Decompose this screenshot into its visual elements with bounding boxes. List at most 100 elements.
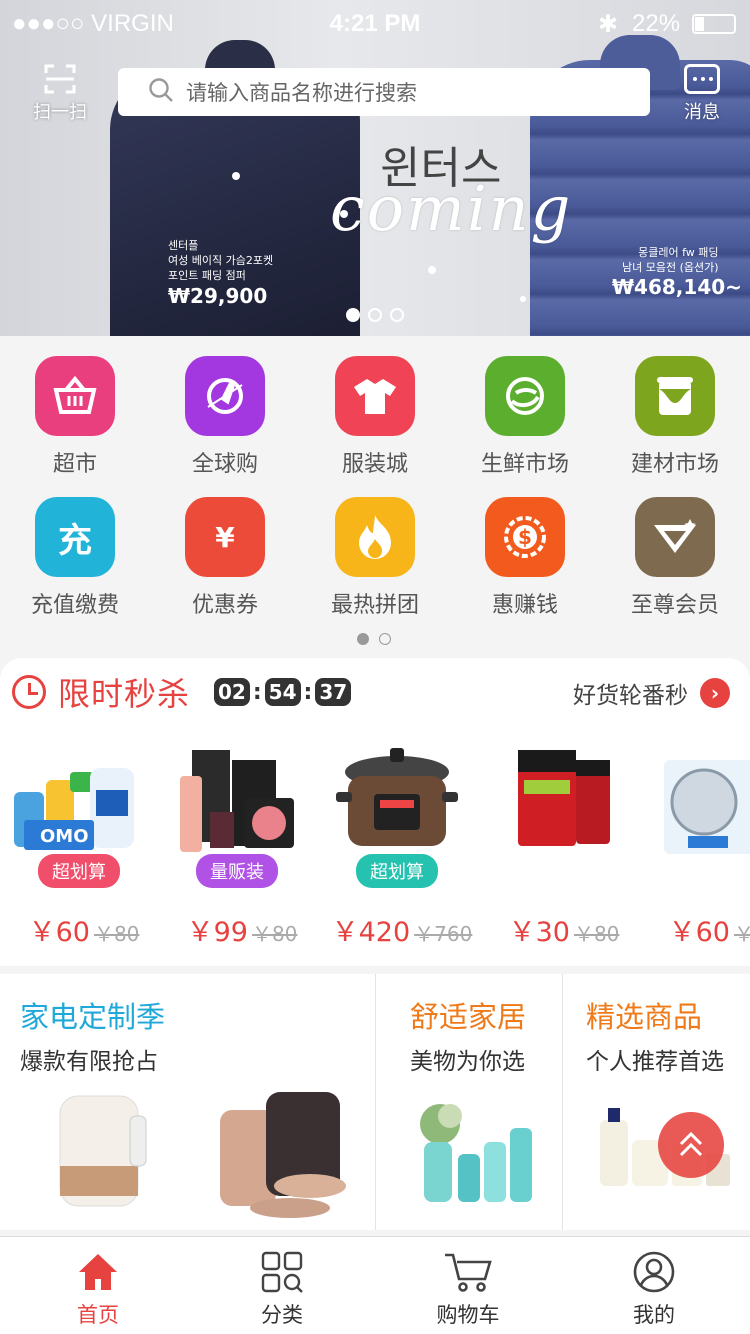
status-bar: ●●●○○ VIRGIN 4:21 PM ✱ 22% [0,0,750,50]
promo-home[interactable]: 舒适家居 美物为你选 [410,974,560,1230]
product-image-sphero [644,742,750,862]
promo-image-appliance [59,1092,346,1218]
tab-cart[interactable]: 购物车 [408,1249,528,1329]
page-dot[interactable] [357,633,369,645]
snowflake [232,172,240,180]
banner-page-dot[interactable] [390,308,404,322]
category-tshirt[interactable]: 服装城 [310,356,440,478]
scan-icon [44,64,76,94]
tab-home[interactable]: 首页 [38,1249,158,1329]
tab-category[interactable]: 分类 [222,1249,342,1329]
flame-icon [335,497,415,577]
product-price: ￥60￥80 [644,910,750,949]
message-button[interactable]: 消息 [672,64,732,124]
scan-button[interactable]: 扫一扫 [28,64,92,124]
basket-icon [35,356,115,436]
flash-product-loreal[interactable]: ￥30 ￥80 [484,742,634,948]
promo-picks[interactable]: 精选商品 个人推荐首选 [586,974,746,1230]
category-coupon[interactable]: ¥ 优惠券 [160,497,290,619]
cart-icon [408,1249,528,1295]
message-icon [684,64,720,94]
product-price-old: ￥80 [573,922,620,946]
category-label: 最热拼团 [330,593,419,618]
flash-product-cosmetics[interactable]: 量贩装 ￥99 ￥80 [162,742,312,948]
promo-appliance[interactable]: 家电定制季 爆款有限抢占 [20,974,370,1230]
svg-text:OMO: OMO [40,826,89,847]
snowflake [428,266,436,274]
product-image-loreal [484,742,634,862]
flash-product-sphero[interactable]: ￥60￥80 [644,742,750,948]
page-dot[interactable] [379,633,391,645]
promo-subtitle: 爆款有限抢占 [20,1049,158,1075]
category-paint-bucket[interactable]: 建材市场 [610,356,740,478]
message-label: 消息 [684,102,720,123]
category-pagination[interactable] [357,633,391,645]
product-price-old: ￥80 [93,922,140,946]
category-label: 优惠券 [191,593,258,618]
product-badge: 超划算 [356,854,438,888]
product-price: ￥420 ￥760 [322,910,482,949]
product-image-detergent: OMO [4,742,154,862]
category-shrimp[interactable]: 生鲜市场 [460,356,590,478]
search-input[interactable]: 请输入商品名称进行搜索 [118,68,650,116]
product-price: ￥60￥80 [4,910,164,949]
category-dollar-coin[interactable]: $ 惠赚钱 [460,497,590,619]
product-badge: 超划算 [38,854,120,888]
category-basket[interactable]: 超市 [10,356,140,478]
category-recharge[interactable]: 充充值缴费 [10,497,140,619]
product-price-now: ￥99 [186,917,248,948]
chevron-right-icon: › [700,678,730,708]
product-image-cooker [322,742,472,862]
banner-pagination[interactable] [346,308,404,322]
search-icon [148,77,174,107]
flash-product-detergent[interactable]: OMO 超划算 ￥60 ￥80 [4,742,154,948]
promo-title: 舒适家居 [410,1000,527,1034]
category-label: 生鲜市场 [480,452,569,477]
search-placeholder: 请输入商品名称进行搜索 [186,81,417,105]
product-price-old: ￥80 [733,922,750,946]
category-label: 超市 [52,452,97,477]
back-to-top-button[interactable] [658,1112,724,1178]
category-grid-icon [222,1249,342,1295]
alarm-clock-icon [12,675,46,709]
hero-banner[interactable]: 윈터스 coming 센터플 여성 베이직 가슴2포켓 포인트 패딩 점퍼 ₩2… [0,0,750,336]
banner-left-tag-line: 센터플 [168,239,199,252]
product-price-now: ￥30 [508,917,570,948]
tab-label: 首页 [77,1303,119,1327]
promo-subtitle: 美物为你选 [410,1049,525,1075]
dollar-coin-icon: $ [485,497,565,577]
category-vip-diamond[interactable]: 至尊会员 [610,497,740,619]
product-price-now: ￥420 [331,917,411,948]
shrimp-icon [485,356,565,436]
countdown-seconds: 37 [315,678,352,706]
snowflake [340,210,348,218]
user-icon [594,1249,714,1295]
bottom-tab-bar: 首页 分类 购物车 我的 [0,1236,750,1334]
promo-divider [375,974,376,1230]
product-price-old: ￥760 [414,922,473,946]
tab-me[interactable]: 我的 [594,1249,714,1329]
product-badge: 量贩装 [196,854,278,888]
category-globe-plane[interactable]: 全球购 [160,356,290,478]
tshirt-icon [335,356,415,436]
banner-page-dot[interactable] [368,308,382,322]
category-label: 全球购 [191,452,258,477]
home-icon [38,1249,158,1295]
promo-title: 家电定制季 [20,1000,166,1034]
banner-left-price: ₩29,900 [168,284,268,308]
banner-right-tag-line: 남녀 모음전 (옵션가) [622,261,719,274]
category-flame[interactable]: 最热拼团 [310,497,440,619]
flash-product-cooker[interactable]: 超划算 ￥420 ￥760 [322,742,472,948]
flash-sale-more-link[interactable]: 好货轮番秒 › [573,676,730,710]
bluetooth-icon: ✱ [598,11,619,38]
flash-sale-section: 限时秒杀 02: 54: 37 好货轮番秒 › OMO 超划算 ￥60￥80 [0,658,750,966]
globe-plane-icon [185,356,265,436]
vip-diamond-icon [635,497,715,577]
promo-divider [562,974,563,1230]
product-price: ￥99 ￥80 [162,910,322,949]
banner-left-tag: 센터플 여성 베이직 가슴2포켓 포인트 패딩 점퍼 [168,238,273,283]
countdown-timer: 02: 54: 37 [214,678,352,706]
category-label: 服装城 [341,452,408,477]
battery-percent: 22% [632,10,681,37]
banner-page-dot[interactable] [346,308,360,322]
